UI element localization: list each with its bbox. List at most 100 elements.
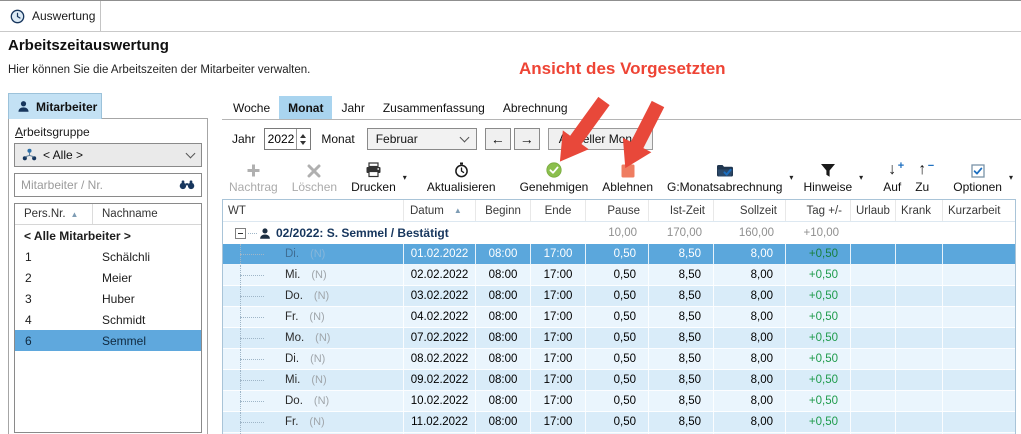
folder-check-icon [716,161,734,178]
spin-up-icon[interactable] [300,134,306,138]
month-label: Monat [321,132,354,146]
column-urlaub[interactable]: Urlaub [851,200,896,221]
person-icon [259,227,271,240]
optionen-button[interactable]: Optionen [946,158,1009,197]
year-input[interactable] [265,129,296,149]
app-tab-auswertung[interactable]: Auswertung [0,1,101,31]
employee-list: Pers.Nr. ▲ Nachname < Alle Mitarbeiter >… [14,203,202,433]
month-dropdown[interactable]: Februar [367,128,477,150]
ablehnen-button[interactable]: Ablehnen [595,158,660,197]
tab-mitarbeiter[interactable]: Mitarbeiter [8,93,102,119]
current-month-button[interactable]: Aktueller Monat [548,128,653,150]
year-label: Jahr [232,132,255,146]
filter-funnel-icon [820,161,836,178]
genehmigen-button[interactable]: Genehmigen [513,158,596,197]
supervisor-view-annotation: Ansicht des Vorgesetzten [519,59,726,79]
zu-button[interactable]: ↑− Zu [908,158,936,197]
arrow-right-icon: → [520,131,534,147]
nachtrag-button[interactable]: Nachtrag [222,158,285,197]
tab-abrechnung[interactable]: Abrechnung [494,96,577,119]
list-item[interactable]: 1 Schälchli [15,246,201,267]
arbeitsgruppe-value: < Alle > [43,148,83,162]
tab-jahr[interactable]: Jahr [332,96,373,119]
list-item-alle-mitarbeiter[interactable]: < Alle Mitarbeiter > [15,225,201,246]
table-row[interactable]: Fr.(N) 11.02.2022 08:00 17:00 0,50 8,50 … [223,412,1015,433]
tab-mitarbeiter-label: Mitarbeiter [36,100,97,114]
aktualisieren-button[interactable]: Aktualisieren [420,158,503,197]
table-row[interactable]: Mi.(N) 02.02.2022 08:00 17:00 0,50 8,50 … [223,265,1015,286]
column-sollzeit[interactable]: Sollzeit [714,200,786,221]
table-row-selected[interactable]: Di.(N) 01.02.2022 08:00 17:00 0,50 8,50 … [223,244,1015,265]
tabs-divider [222,119,1021,120]
column-kurzarbeit[interactable]: Kurzarbeit [943,200,1015,221]
drucken-menu-caret-icon[interactable]: ▾ [403,173,407,182]
table-row[interactable]: Mi.(N) 09.02.2022 08:00 17:00 0,50 8,50 … [223,370,1015,391]
table-row[interactable]: Fr.(N) 04.02.2022 08:00 17:00 0,50 8,50 … [223,307,1015,328]
top-divider [0,31,1021,32]
column-ist-zeit[interactable]: Ist-Zeit [649,200,714,221]
toolbar: Nachtrag Löschen Drucken ▾ [222,153,1016,199]
table-row[interactable]: Do.(N) 03.02.2022 08:00 17:00 0,50 8,50 … [223,286,1015,307]
optionen-menu-caret-icon[interactable]: ▾ [1009,173,1013,182]
spin-down-icon[interactable] [300,141,306,145]
page-subtitle: Hier können Sie die Arbeitszeiten der Mi… [8,64,310,76]
loeschen-button[interactable]: Löschen [285,158,344,197]
clock-icon [10,9,25,24]
list-item[interactable]: 2 Meier [15,267,201,288]
binoculars-search-icon[interactable] [179,179,195,191]
tab-woche[interactable]: Woche [224,96,279,119]
column-beginn[interactable]: Beginn [476,200,531,221]
month-group-row[interactable]: 02/2022: S. Semmel / Bestätigt 10,00 170… [223,222,1015,244]
person-icon [17,100,30,113]
column-datum[interactable]: Datum ▲ [404,200,476,221]
mitarbeiter-search-input[interactable] [21,178,179,192]
column-persnr[interactable]: Pers.Nr. ▲ [15,204,93,224]
spinner-arrows[interactable] [296,129,309,149]
list-item[interactable]: 3 Huber [15,288,201,309]
group-label: 02/2022: S. Semmel / Bestätigt [276,226,449,240]
tab-zusammenfassung[interactable]: Zusammenfassung [374,96,494,119]
mitarbeiter-panel: Arbeitsgruppe < Alle > [8,118,208,434]
auf-button[interactable]: ↓+ Auf [876,158,908,197]
column-ende[interactable]: Ende [531,200,586,221]
mitarbeiter-search [14,173,202,197]
approve-check-circle-icon [546,161,562,178]
expand-down-plus-icon: ↓+ [888,161,896,178]
column-krank[interactable]: Krank [896,200,943,221]
month-value: Februar [376,132,418,146]
hinweise-menu-caret-icon[interactable]: ▾ [859,173,863,182]
employee-list-header[interactable]: Pers.Nr. ▲ Nachname [15,204,201,225]
monatsabrechnung-button[interactable]: G:Monatsabrechnung [660,158,789,197]
grid-header: WT Datum ▲ Beginn Ende Pause Ist-Zeit So… [223,200,1015,222]
drucken-button[interactable]: Drucken [344,158,403,197]
column-nachname[interactable]: Nachname [93,204,201,224]
time-grid: WT Datum ▲ Beginn Ende Pause Ist-Zeit So… [222,199,1016,434]
column-wt[interactable]: WT [223,200,404,221]
next-month-button[interactable]: → [514,128,540,150]
monatsabrechnung-menu-caret-icon[interactable]: ▾ [789,173,793,182]
previous-month-button[interactable]: ← [485,128,511,150]
group-pause-total: 10,00 [586,227,649,239]
table-row[interactable]: Di.(N) 08.02.2022 08:00 17:00 0,50 8,50 … [223,349,1015,370]
list-item[interactable]: 4 Schmidt [15,309,201,330]
page-title: Arbeitszeitauswertung [8,37,169,54]
chevron-down-icon [459,133,469,143]
table-row[interactable]: Mo.(N) 07.02.2022 08:00 17:00 0,50 8,50 … [223,328,1015,349]
view-tabs: Woche Monat Jahr Zusammenfassung Abrechn… [224,96,577,119]
reject-square-icon [621,161,635,178]
column-tag-saldo[interactable]: Tag +/- [786,200,851,221]
table-row[interactable]: Do.(N) 10.02.2022 08:00 17:00 0,50 8,50 … [223,391,1015,412]
tab-monat[interactable]: Monat [279,96,332,119]
hinweise-button[interactable]: Hinweise [796,158,859,197]
column-pause[interactable]: Pause [586,200,649,221]
arbeitsgruppe-label: Arbeitsgruppe [15,125,90,139]
app-tab-label: Auswertung [32,9,95,23]
group-tag-total: +10,00 [786,227,851,239]
sort-ascending-icon: ▲ [71,210,79,219]
arbeitsgruppe-dropdown[interactable]: < Alle > [14,143,202,167]
refresh-stopwatch-icon [454,161,469,178]
year-spinner [264,128,311,150]
collapse-minus-icon[interactable] [235,228,246,239]
tree-connector [248,233,257,234]
list-item-selected[interactable]: 6 Semmel [15,330,201,351]
